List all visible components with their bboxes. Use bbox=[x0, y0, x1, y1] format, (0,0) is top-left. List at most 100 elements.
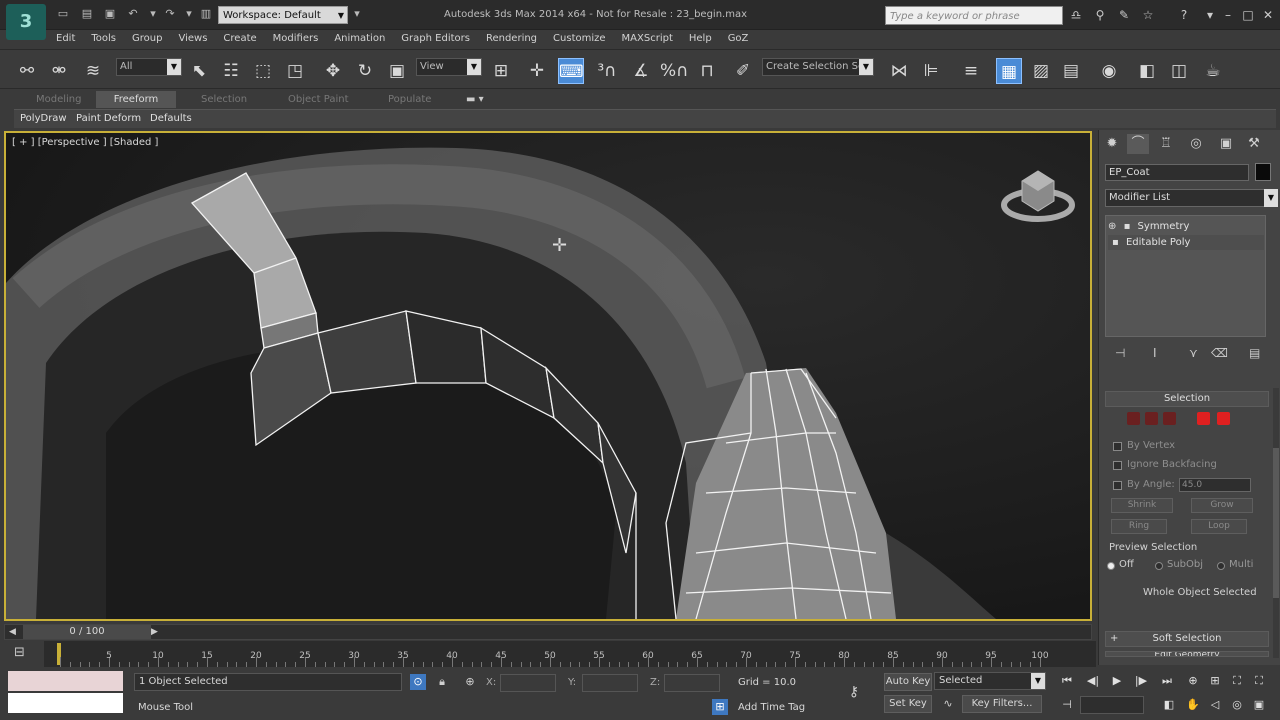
angle-spinner[interactable]: 45.0 bbox=[1179, 478, 1251, 492]
angle-snap-icon[interactable]: ∡ bbox=[628, 58, 654, 84]
stack-item-symmetry[interactable]: ⊕ ▪ Symmetry bbox=[1108, 219, 1264, 234]
favorites-star-icon[interactable]: ☆ bbox=[1140, 7, 1156, 23]
reference-coordinate-dropdown[interactable]: View ▼ bbox=[416, 58, 482, 76]
motion-tab-icon[interactable]: ◎ bbox=[1185, 134, 1207, 154]
open-file-icon[interactable]: ▤ bbox=[80, 7, 94, 21]
expand-icon[interactable]: ▪ bbox=[1112, 237, 1119, 248]
maxscript-listener-output[interactable] bbox=[8, 693, 123, 713]
current-frame-field[interactable] bbox=[1080, 696, 1144, 714]
quick-access-menu-icon[interactable]: ▾ bbox=[350, 7, 364, 21]
by-angle-checkbox[interactable] bbox=[1113, 481, 1122, 490]
defaults-panel[interactable]: Defaults bbox=[150, 112, 192, 126]
zoom-extents-icon[interactable]: ⛶ bbox=[1228, 672, 1246, 690]
select-and-rotate-icon[interactable]: ↻ bbox=[352, 58, 378, 84]
element-subobject-icon[interactable] bbox=[1217, 412, 1230, 425]
absolute-relative-transform-icon[interactable]: ⊕ bbox=[462, 674, 478, 690]
minimize-icon[interactable]: – bbox=[1220, 7, 1236, 23]
select-and-link-icon[interactable]: ⚯ bbox=[14, 58, 40, 84]
edit-named-selections-icon[interactable]: ✐ bbox=[730, 58, 756, 84]
mirror-icon[interactable]: ⋈ bbox=[886, 58, 912, 84]
menu-help[interactable]: Help bbox=[681, 31, 720, 47]
subscription-key-icon[interactable]: ⚲ bbox=[1092, 7, 1108, 23]
time-slider-next-icon[interactable]: ▶ bbox=[151, 625, 158, 639]
perspective-viewport[interactable]: [ + ] [Perspective ] [Shaded ] ✛ bbox=[4, 131, 1092, 621]
undo-icon[interactable]: ↶ bbox=[126, 7, 140, 21]
viewcube-icon[interactable] bbox=[1000, 163, 1080, 233]
material-editor-icon[interactable]: ◉ bbox=[1096, 58, 1122, 84]
border-subobject-icon[interactable] bbox=[1163, 412, 1176, 425]
command-panel-scrollbar[interactable] bbox=[1273, 388, 1279, 658]
object-color-swatch[interactable] bbox=[1255, 163, 1271, 181]
pan-view-icon[interactable]: ✋ bbox=[1184, 696, 1202, 714]
menu-animation[interactable]: Animation bbox=[326, 31, 393, 47]
zoom-extents-all-icon[interactable]: ⛶ bbox=[1250, 672, 1268, 690]
preview-multi-radio[interactable] bbox=[1217, 562, 1225, 570]
by-vertex-checkbox[interactable] bbox=[1113, 442, 1122, 451]
pin-stack-icon[interactable]: ⊣ bbox=[1115, 346, 1125, 360]
window-crossing-icon[interactable]: ◳ bbox=[282, 58, 308, 84]
grow-button[interactable]: Grow bbox=[1191, 498, 1253, 513]
expand-icon[interactable]: ▪ bbox=[1124, 221, 1131, 232]
maxscript-listener-mini[interactable] bbox=[8, 671, 123, 691]
zoom-icon[interactable]: ⊕ bbox=[1184, 672, 1202, 690]
track-bar[interactable]: 5 10 15 20 25 30 35 40 45 50 55 60 65 70 75 80 85 90 95 100 bbox=[44, 641, 1096, 667]
time-slider-prev-icon[interactable]: ◀ bbox=[9, 625, 16, 639]
object-name-field[interactable]: EP_Coat bbox=[1105, 164, 1249, 181]
modify-tab-icon[interactable]: ⌒ bbox=[1127, 134, 1149, 154]
menu-views[interactable]: Views bbox=[170, 31, 215, 47]
modifier-list-dropdown[interactable]: Modifier List ▼ bbox=[1105, 189, 1278, 207]
field-of-view-icon[interactable]: ◁ bbox=[1206, 696, 1224, 714]
menu-goz[interactable]: GoZ bbox=[720, 31, 757, 47]
menu-create[interactable]: Create bbox=[215, 31, 264, 47]
menu-tools[interactable]: Tools bbox=[83, 31, 124, 47]
select-and-scale-icon[interactable]: ▣ bbox=[384, 58, 410, 84]
edge-subobject-icon[interactable] bbox=[1145, 412, 1158, 425]
rendered-frame-window-icon[interactable]: ◫ bbox=[1166, 58, 1192, 84]
y-coord-field[interactable] bbox=[582, 674, 638, 692]
workspace-dropdown[interactable]: Workspace: Default ▼ bbox=[218, 6, 348, 24]
key-mode-dropdown[interactable]: Selected ▼ bbox=[934, 672, 1046, 690]
redo-icon[interactable]: ↷ bbox=[163, 7, 177, 21]
orbit-icon[interactable]: ◎ bbox=[1228, 696, 1246, 714]
ignore-backfacing-checkbox[interactable] bbox=[1113, 461, 1122, 470]
stack-item-editable-poly[interactable]: ▪ Editable Poly bbox=[1108, 235, 1264, 250]
add-time-tag-icon[interactable]: ⊞ bbox=[712, 699, 728, 715]
set-key-mode-icon[interactable]: ⚷ bbox=[846, 684, 862, 700]
new-file-icon[interactable]: ▭ bbox=[56, 7, 70, 21]
layer-explorer-icon[interactable]: ≡ bbox=[958, 58, 984, 84]
key-filters-button[interactable]: Key Filters... bbox=[962, 695, 1042, 713]
display-tab-icon[interactable]: ▣ bbox=[1215, 134, 1237, 154]
hierarchy-tab-icon[interactable]: ♖ bbox=[1155, 134, 1177, 154]
search-input[interactable]: Type a keyword or phrase bbox=[885, 6, 1063, 25]
edit-geometry-rollout-header[interactable]: Edit Geometry bbox=[1105, 651, 1269, 657]
zoom-all-icon[interactable]: ⊞ bbox=[1206, 672, 1224, 690]
preview-off-radio[interactable] bbox=[1107, 562, 1115, 570]
utilities-tab-icon[interactable]: ⚒ bbox=[1243, 134, 1265, 154]
select-by-name-icon[interactable]: ☷ bbox=[218, 58, 244, 84]
keyboard-shortcut-override-icon[interactable]: ⌨ bbox=[558, 58, 584, 84]
preview-subobj-radio[interactable] bbox=[1155, 562, 1163, 570]
go-to-start-icon[interactable]: ⏮ bbox=[1058, 672, 1076, 690]
make-unique-icon[interactable]: ⋎ bbox=[1189, 346, 1198, 360]
maximize-viewport-icon[interactable]: ▣ bbox=[1250, 696, 1268, 714]
go-to-end-icon[interactable]: ⏭ bbox=[1158, 672, 1176, 690]
ring-button[interactable]: Ring bbox=[1111, 519, 1167, 534]
unlink-selection-icon[interactable]: ⚮ bbox=[46, 58, 72, 84]
toggle-ribbon-icon[interactable]: ▦ bbox=[996, 58, 1022, 84]
help-dropdown-icon[interactable]: ▾ bbox=[1202, 7, 1218, 23]
ribbon-options-icon[interactable]: ▬ ▾ bbox=[456, 91, 494, 108]
menu-group[interactable]: Group bbox=[124, 31, 170, 47]
menu-edit[interactable]: Edit bbox=[48, 31, 83, 47]
manipulate-icon[interactable]: ✛ bbox=[524, 58, 550, 84]
time-slider-thumb[interactable]: 0 / 100 bbox=[23, 625, 151, 639]
select-and-move-icon[interactable]: ✥ bbox=[320, 58, 346, 84]
configure-modifier-sets-icon[interactable]: ▤ bbox=[1249, 346, 1260, 360]
auto-key-button[interactable]: Auto Key bbox=[884, 673, 932, 691]
snaps-toggle-icon[interactable]: ³∩ bbox=[594, 58, 620, 84]
polygon-subobject-icon[interactable] bbox=[1197, 412, 1210, 425]
paint-deform-panel[interactable]: Paint Deform bbox=[76, 112, 141, 126]
show-end-result-icon[interactable]: Ι bbox=[1153, 346, 1157, 360]
remove-modifier-icon[interactable]: ⌫ bbox=[1211, 346, 1228, 360]
tab-object-paint[interactable]: Object Paint bbox=[278, 91, 359, 108]
create-tab-icon[interactable]: ✹ bbox=[1101, 134, 1123, 154]
